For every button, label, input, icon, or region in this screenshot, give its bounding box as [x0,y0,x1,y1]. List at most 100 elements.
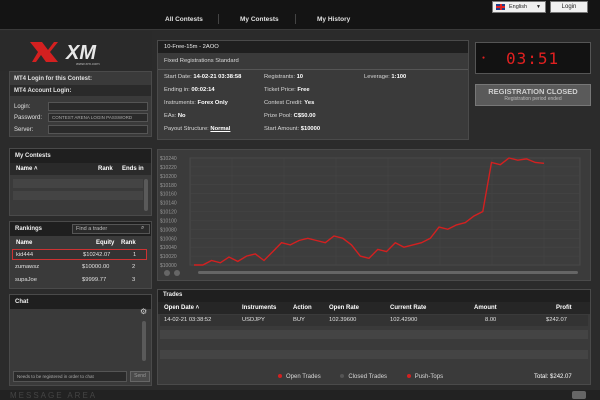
y-tick-label: $10160 [160,192,177,198]
server-field[interactable] [48,125,148,134]
y-tick-label: $10180 [160,183,177,189]
col-instruments[interactable]: Instruments [242,305,276,311]
col-rank[interactable]: Rank [121,240,136,246]
nav-separator [218,14,219,24]
y-tick-label: $10200 [160,174,177,180]
xm-logo-icon: XM www.xm.com [30,42,100,66]
scrollbar[interactable] [142,321,146,361]
registration-status-text: REGISTRATION CLOSED [488,87,578,96]
equity-chart-panel: $10240 $10220 $10200 $10180 $10160 $10140 $101… [157,149,597,281]
col-name[interactable]: Name ˄ [16,166,38,172]
mt4-login-panel: MT4 Login for this Contest: MT4 Account … [9,71,152,137]
prize-value: C$50.00 [293,113,316,119]
y-tick-label: $10020 [160,254,177,260]
message-toggle[interactable] [572,391,586,399]
col-ends-in[interactable]: Ends in [122,166,144,172]
contest-info-panel: 10-Free-15m - 2AOO Fixed Registrations S… [157,40,469,140]
mt4-account-title: MT4 Account Login: [14,88,72,94]
password-field[interactable]: CONTEST ARENA LOGIN PASSWORD [48,113,148,122]
credit-label: Contest Credit: [264,100,303,106]
logo-sub: www.xm.com [76,61,100,66]
credit-value: Yes [304,100,315,106]
col-action[interactable]: Action [293,305,312,311]
y-tick-label: $10220 [160,165,177,171]
leverage-value: 1:100 [391,74,407,80]
chevron-down-icon: ▼ [536,4,541,10]
ticket-value: Free [297,87,310,93]
trades-panel: Trades Open Date ˄ Instruments Action Op… [157,289,591,385]
language-select[interactable]: English ▼ [492,1,546,13]
eas-label: EAs: [164,113,177,119]
zoom-in-icon [164,270,170,276]
start-amount-label: Start Amount: [264,126,300,132]
chat-input[interactable]: Needs to be registered in order to chat [13,371,127,382]
prize-label: Prize Pool: [264,113,293,119]
chat-panel: Chat ⚙ Needs to be registered in order t… [9,294,152,386]
nav-my-history[interactable]: My History [317,16,350,23]
find-trader-input[interactable]: Find a trader [72,224,150,234]
col-rank[interactable]: Rank [98,166,113,172]
trades-title: Trades [158,290,590,302]
red-dot-icon [406,374,411,379]
table-row[interactable]: supaJoe $9999.77 3 [12,275,147,286]
contest-subtitle: Fixed Registrations Standard [164,58,239,64]
nav-separator [295,14,296,24]
chart-scrollbar [198,271,578,274]
legend-closed-trades[interactable]: Closed Trades [340,374,387,380]
ending-label: Ending in: [164,87,190,93]
zoom-out-icon [174,270,180,276]
login-button[interactable]: Login [550,1,588,13]
y-tick-label: $10120 [160,210,177,216]
server-label: Server: [14,127,34,133]
legend-push-tops[interactable]: Push-Tops [406,374,443,380]
table-row[interactable]: 14-02-21 03:38:52 USDJPY BUY 102.39600 1… [160,315,588,326]
scrollbar[interactable] [144,179,148,211]
start-date-value: 14-02-21 03:38:58 [193,74,242,80]
y-tick-label: $10000 [160,263,177,269]
password-label: Password: [14,115,43,121]
col-profit[interactable]: Profit [556,305,572,311]
legend-open-trades[interactable]: Open Trades [278,374,321,380]
my-contests-panel: My Contests Name ˄ Rank Ends in [9,148,152,216]
gear-icon[interactable]: ⚙ [140,307,147,316]
start-amount-value: $10000 [300,126,321,132]
nav-all-contests[interactable]: All Contests [165,16,203,23]
y-tick-label: $10100 [160,218,177,224]
my-contests-title: My Contests [10,149,151,163]
y-tick-label: $10240 [160,156,177,162]
uk-flag-icon [496,4,505,10]
col-name[interactable]: Name [16,240,32,246]
y-tick-label: $10040 [160,245,177,251]
col-current-rate[interactable]: Current Rate [390,305,426,311]
start-date-label: Start Date: [164,74,192,80]
login-field[interactable] [48,102,148,111]
message-area-label: MESSAGE AREA [10,391,98,400]
table-row[interactable]: kid444 $10242.07 1 [12,249,147,260]
message-area: MESSAGE AREA [0,390,600,400]
countdown-timer: ● 03:51 [475,42,591,74]
nav-my-contests[interactable]: My Contests [240,16,279,23]
registrants-label: Registrants: [264,74,295,80]
payout-link[interactable]: Normal [210,126,230,132]
eas-value: No [177,113,186,119]
col-amount[interactable]: Amount [474,305,497,311]
timer-indicator: ● [482,55,486,61]
y-tick-label: $10060 [160,236,177,242]
send-button[interactable]: Send [130,371,150,382]
payout-label: Payout Structure: [164,126,209,132]
ending-value: 00:02:14 [191,87,215,93]
gray-dot-icon [340,374,345,379]
rankings-panel: Rankings Find a trader ⌕ Name Equity Ran… [9,221,152,289]
registrants-value: 10 [296,74,304,80]
equity-chart: $10240 $10220 $10200 $10180 $10160 $10140 $101… [160,156,597,276]
search-icon[interactable]: ⌕ [141,225,144,232]
red-dot-icon [278,374,282,379]
timer-display: 03:51 [506,49,560,68]
col-open-date[interactable]: Open Date ˄ [164,305,199,311]
leverage-label: Leverage: [364,74,390,80]
col-open-rate[interactable]: Open Rate [329,305,359,311]
language-label: English [509,4,528,10]
table-row[interactable]: zumawsz $10000.00 2 [12,262,147,273]
ticket-label: Ticket Price: [264,87,296,93]
col-equity[interactable]: Equity [96,240,114,246]
